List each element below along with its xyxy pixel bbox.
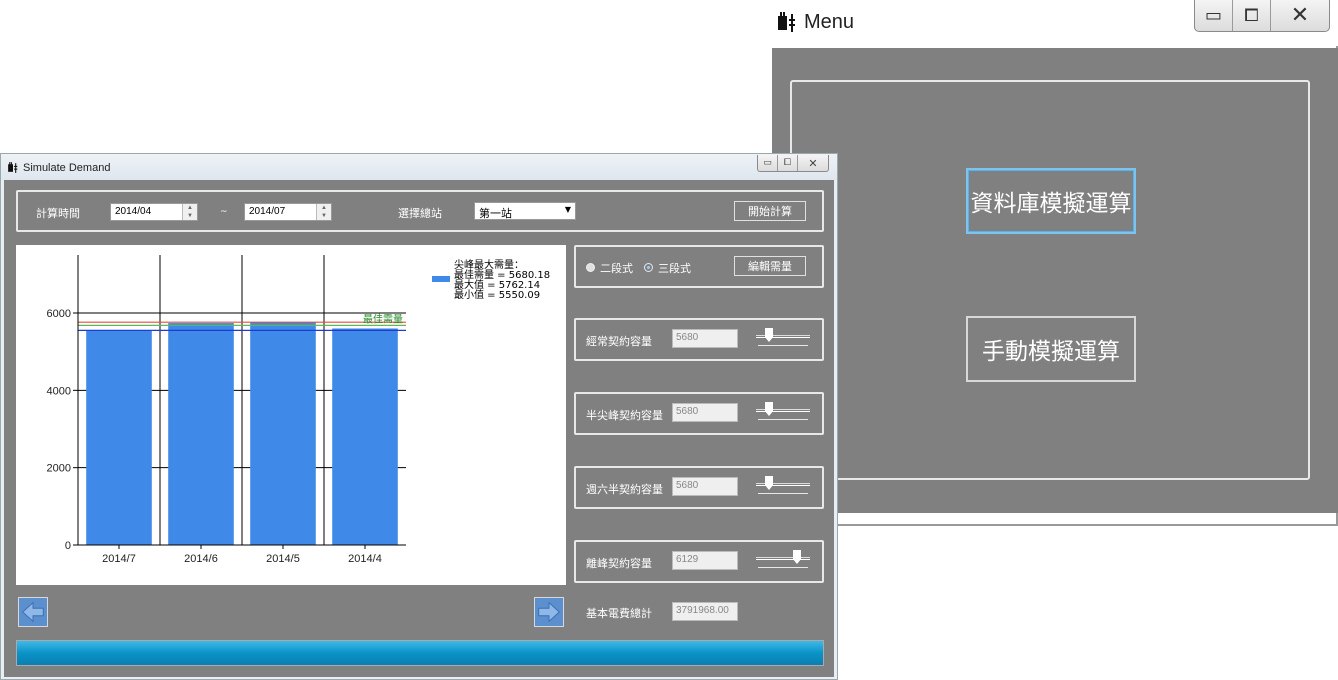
contract-group: 經常契約容量 5680 <box>574 318 824 361</box>
slider-track <box>756 409 810 412</box>
start-date-value: 2014/04 <box>115 206 152 217</box>
contract-group: 離峰契約容量 6129 <box>574 540 824 583</box>
contract-label: 半尖峰契約容量 <box>586 409 663 422</box>
sim-window-controls: ▭ ⧠ ✕ <box>757 155 829 172</box>
slider-thumb[interactable] <box>765 328 773 342</box>
optimal-line-label: 最佳需量 <box>363 312 403 325</box>
start-date-spinner[interactable]: ▲ ▼ <box>182 204 197 220</box>
slider-track <box>756 557 810 560</box>
sim-titlebar[interactable]: Simulate Demand ▭ ⧠ ✕ <box>1 154 837 180</box>
spin-down-icon[interactable]: ▼ <box>183 212 197 220</box>
contract-value-field[interactable]: 5680 <box>672 403 738 422</box>
app-plug-icon <box>778 12 795 32</box>
slider-thumb[interactable] <box>765 476 773 490</box>
end-date-picker[interactable]: 2014/07 ▲ ▼ <box>244 203 332 221</box>
legend-line: 最小值 = 5550.09 <box>454 288 540 301</box>
total-fee-field[interactable]: 3791968.00 <box>672 602 738 621</box>
menu-window: Menu ▭ ⧠ ✕ 資料庫模擬運算 手動模擬運算 <box>772 0 1338 526</box>
slider-tick-line <box>758 567 808 568</box>
mode-group: 二段式 三段式 編輯需量 <box>574 245 824 288</box>
slider-thumb[interactable] <box>765 402 773 416</box>
contract-label: 離峰契約容量 <box>586 557 652 570</box>
station-select[interactable]: 第一站 ▼ <box>474 202 576 220</box>
y-tick-label: 0 <box>65 540 71 552</box>
toolbar-group: 計算時間 2014/04 ▲ ▼ ~ 2014/07 ▲ ▼ 選擇總站 第一站 ▼ … <box>16 190 824 232</box>
total-fee-label: 基本電費總計 <box>586 607 652 620</box>
sim-window-title: Simulate Demand <box>23 162 111 174</box>
spin-up-icon[interactable]: ▲ <box>183 204 197 212</box>
date-range-tilde: ~ <box>220 207 228 217</box>
legend-swatch <box>432 276 450 282</box>
chart-bar <box>250 322 316 545</box>
radio-two-stage[interactable] <box>586 263 595 272</box>
contract-value-field[interactable]: 5680 <box>672 329 738 348</box>
slider-track <box>756 335 810 338</box>
demand-chart-svg: 2014/7 2014/6 2014/5 2014/4 最佳需量 0 2000 4000 600… <box>47 255 550 565</box>
minimize-button[interactable]: ▭ <box>758 155 778 171</box>
sim-body: 計算時間 2014/04 ▲ ▼ ~ 2014/07 ▲ ▼ 選擇總站 第一站 ▼ … <box>4 180 834 677</box>
minimize-button[interactable]: ▭ <box>1195 0 1233 31</box>
menu-window-title: Menu <box>804 11 855 33</box>
contract-group: 半尖峰契約容量 5680 <box>574 392 824 435</box>
x-tick-label: 2014/4 <box>348 553 382 565</box>
close-button[interactable]: ✕ <box>798 155 828 171</box>
spin-up-icon[interactable]: ▲ <box>317 204 331 212</box>
contract-value-field[interactable]: 5680 <box>672 477 738 496</box>
slider-tick-line <box>758 493 808 494</box>
menu-group-box: 資料庫模擬運算 手動模擬運算 <box>790 80 1310 480</box>
slider-tick-line <box>758 419 808 420</box>
menu-titlebar[interactable]: Menu ▭ ⧠ ✕ <box>772 0 1338 46</box>
x-tick-label: 2014/6 <box>184 553 218 565</box>
y-tick-label: 6000 <box>47 308 71 320</box>
station-value: 第一站 <box>479 207 512 220</box>
radio-three-stage[interactable] <box>644 263 653 272</box>
chart-bar <box>168 323 234 545</box>
slider-tick-line <box>758 345 808 346</box>
start-calc-button[interactable]: 開始計算 <box>734 201 806 221</box>
contract-label: 經常契約容量 <box>586 335 652 348</box>
contract-slider[interactable] <box>756 548 810 570</box>
menu-window-controls: ▭ ⧠ ✕ <box>1194 0 1330 32</box>
contract-slider[interactable] <box>756 400 810 422</box>
contract-slider[interactable] <box>756 326 810 348</box>
arrow-right-icon[interactable] <box>534 597 564 627</box>
slider-track <box>756 483 810 486</box>
simulate-demand-window: Simulate Demand ▭ ⧠ ✕ 計算時間 2014/04 ▲ ▼ ~ … <box>0 153 838 680</box>
progress-bar <box>16 640 824 666</box>
maximize-button[interactable]: ⧠ <box>1233 0 1271 31</box>
y-tick-label: 2000 <box>47 463 71 475</box>
menu-body: 資料庫模擬運算 手動模擬運算 <box>772 48 1338 513</box>
chevron-down-icon[interactable]: ▼ <box>565 205 571 214</box>
two-stage-label: 二段式 <box>600 262 633 275</box>
contract-group: 週六半契約容量 5680 <box>574 466 824 509</box>
spin-down-icon[interactable]: ▼ <box>317 212 331 220</box>
start-date-picker[interactable]: 2014/04 ▲ ▼ <box>110 203 198 221</box>
contract-value-field[interactable]: 6129 <box>672 551 738 570</box>
chart-bar <box>86 330 152 545</box>
contract-slider[interactable] <box>756 474 810 496</box>
edit-demand-button[interactable]: 編輯需量 <box>734 256 806 276</box>
arrow-left-icon[interactable] <box>18 597 48 627</box>
close-button[interactable]: ✕ <box>1271 0 1329 31</box>
x-tick-label: 2014/7 <box>102 553 136 565</box>
y-tick-label: 4000 <box>47 385 71 397</box>
maximize-button[interactable]: ⧠ <box>778 155 798 171</box>
manual-simulation-button[interactable]: 手動模擬運算 <box>966 316 1136 382</box>
contract-label: 週六半契約容量 <box>586 483 663 496</box>
demand-chart: 2014/7 2014/6 2014/5 2014/4 最佳需量 0 2000 4000 600… <box>16 245 566 585</box>
chart-bar <box>332 328 398 545</box>
period-label: 計算時間 <box>36 207 80 220</box>
app-plug-icon <box>8 162 18 173</box>
x-tick-label: 2014/5 <box>266 553 300 565</box>
database-simulation-button[interactable]: 資料庫模擬運算 <box>966 168 1136 234</box>
three-stage-label: 三段式 <box>658 262 691 275</box>
slider-thumb[interactable] <box>793 550 801 564</box>
end-date-spinner[interactable]: ▲ ▼ <box>316 204 331 220</box>
end-date-value: 2014/07 <box>249 206 286 217</box>
station-label: 選擇總站 <box>398 207 442 220</box>
